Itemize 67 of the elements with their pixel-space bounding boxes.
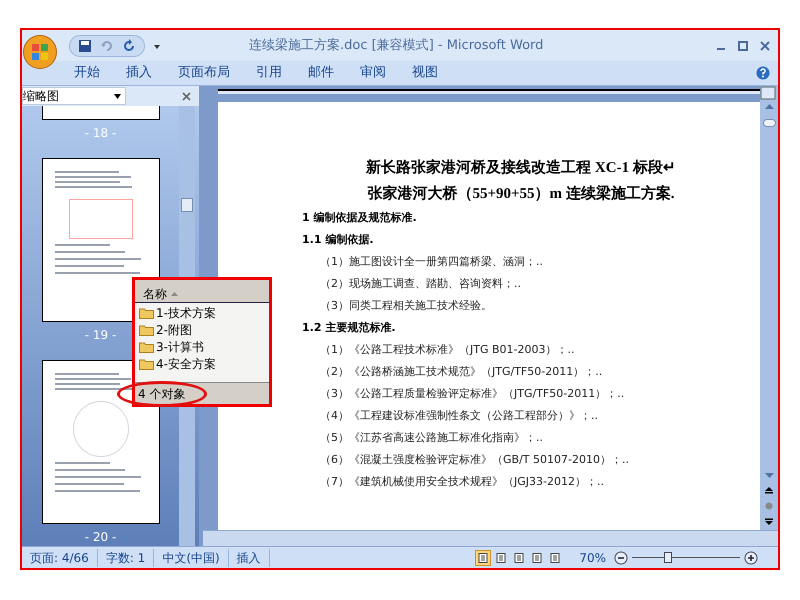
list-item: （3）《公路工程质量检验评定标准》（JTG/TF50-2011）；.. (320, 386, 626, 402)
status-item[interactable]: 插入 (228, 548, 270, 566)
list-item: （1）施工图设计全一册第四篇桥梁、涵洞；.. (320, 254, 544, 270)
list-item: （1）《公路工程技术标准》（JTG B01-2003）；.. (320, 342, 576, 358)
office-button[interactable] (23, 34, 57, 68)
zoom-level[interactable]: 70% (579, 548, 606, 566)
office-logo-icon (31, 42, 49, 60)
pane-selector[interactable]: 缩略图 (22, 87, 126, 105)
scroll-up-icon[interactable] (764, 104, 774, 109)
close-icon[interactable] (760, 40, 770, 50)
list-item: （2）现场施工调查、踏勘、咨询资料；.. (320, 276, 522, 292)
folder-name[interactable]: 2-附图 (156, 320, 192, 338)
page-number: - 18 - (84, 125, 116, 142)
ribbon-tab[interactable]: 开始 (74, 63, 100, 83)
save-icon[interactable] (78, 38, 92, 52)
page-view-icon (550, 552, 560, 562)
page-view-icon (496, 552, 506, 562)
zoom-in-icon[interactable] (744, 550, 758, 564)
help-icon[interactable] (756, 66, 770, 80)
ruler-toggle-icon[interactable] (760, 86, 776, 100)
scrollbar-thumb[interactable] (762, 119, 776, 127)
status-item[interactable]: 字数: 1 (98, 548, 154, 566)
scroll-down-icon[interactable] (764, 473, 774, 478)
slider-thumb[interactable] (664, 552, 672, 562)
section-heading: 1.2 主要规范标准. (302, 320, 396, 336)
view-button[interactable] (475, 550, 492, 566)
section-heading: 1 编制依据及规范标准. (302, 210, 418, 226)
object-count: 4 个对象 (138, 386, 186, 402)
ribbon-tab[interactable]: 视图 (412, 63, 438, 83)
page-view-icon (532, 552, 542, 562)
ribbon-tab[interactable]: 插入 (126, 63, 152, 83)
redo-icon[interactable] (122, 38, 136, 52)
next-page-icon[interactable] (765, 518, 773, 526)
folder-name[interactable]: 4-安全方案 (156, 354, 216, 372)
list-item: （6）《混凝土强度检验评定标准》（GB/T 50107-2010）；.. (320, 452, 630, 468)
document-title: 新长路张家港河桥及接线改造工程 XC-1 标段↵ (364, 158, 677, 178)
close-icon[interactable] (182, 92, 191, 100)
folder-icon (139, 358, 154, 370)
column-header[interactable]: 名称 (135, 286, 269, 303)
window-title: 连续梁施工方案.doc [兼容模式] - Microsoft Word (249, 36, 544, 55)
ribbon-tab[interactable]: 引用 (256, 63, 282, 83)
folder-name[interactable]: 1-技术方案 (156, 304, 216, 322)
sort-up-icon (171, 292, 178, 296)
zoom-slider[interactable] (632, 550, 740, 564)
page-view-icon (514, 552, 524, 562)
list-item: （7）《建筑机械使用安全技术规程》（JGJ33-2012）；.. (320, 474, 605, 490)
maximize-icon[interactable] (738, 40, 748, 50)
ribbon-tab[interactable]: 审阅 (360, 63, 386, 83)
zoom-out-icon[interactable] (614, 550, 628, 564)
ribbon-tab[interactable]: 页面布局 (178, 63, 230, 83)
previous-page-icon[interactable] (765, 486, 773, 494)
section-heading: 1.1 编制依据. (302, 232, 374, 248)
status-item[interactable]: 中文(中国) (154, 548, 229, 566)
folder-name[interactable]: 3-计算书 (156, 338, 204, 356)
page-view-icon (478, 552, 488, 562)
status-item[interactable]: 页面: 4/66 (22, 548, 98, 566)
folder-icon (139, 306, 154, 318)
list-item: （2）《公路桥涵施工技术规范》（JTG/TF50-2011）；.. (320, 364, 604, 380)
list-item: （3）同类工程相关施工技术经验。 (320, 298, 493, 314)
list-item: （5）《江苏省高速公路施工标准化指南》；.. (320, 430, 544, 446)
document-title: 张家港河大桥（55+90+55）m 连续梁施工方案. (366, 184, 676, 204)
page-number: - 20 - (84, 529, 116, 546)
folder-icon (139, 340, 154, 352)
page-number: - 19 - (84, 327, 116, 344)
list-item: （4）《工程建设标准强制性条文（公路工程部分）》；.. (320, 408, 599, 424)
caret-icon (114, 94, 121, 98)
ribbon-tab[interactable]: 邮件 (308, 63, 334, 83)
